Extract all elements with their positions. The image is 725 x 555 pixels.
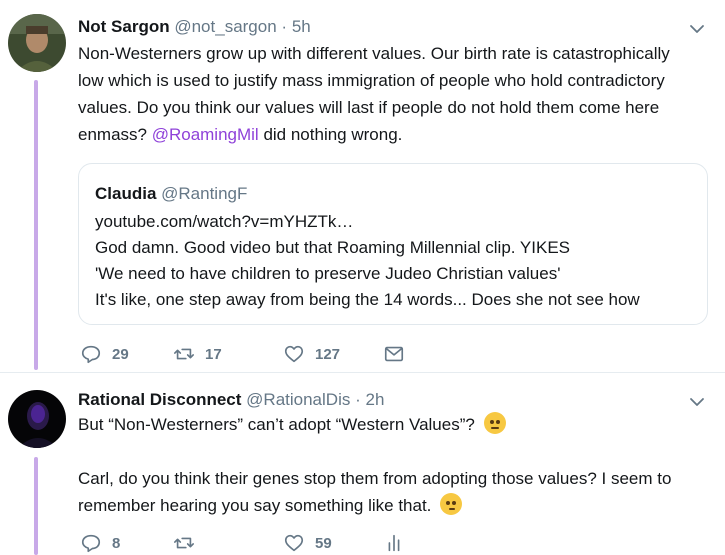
retweet-button[interactable]: 17 xyxy=(173,342,222,366)
analytics-button[interactable] xyxy=(383,531,405,555)
quoted-tweet[interactable]: Claudia @RantingF youtube.com/watch?v=mY… xyxy=(78,163,708,325)
quoted-tweet-header: Claudia @RantingF xyxy=(95,184,247,204)
tweet-actions: 29 17 127 xyxy=(78,342,408,366)
like-button[interactable]: 59 xyxy=(283,531,332,555)
tweet-text-line: Non-Westerners grow up with different va… xyxy=(78,44,670,63)
tweet-actions: 8 59 xyxy=(78,531,408,555)
separator: · xyxy=(281,17,288,36)
timestamp[interactable]: 5h xyxy=(292,17,311,36)
chevron-down-icon[interactable] xyxy=(689,394,705,410)
tweet-text: But “Non-Westerners” can’t adopt “Wester… xyxy=(78,411,708,519)
reply-icon xyxy=(81,534,101,553)
quoted-handle: @RantingF xyxy=(161,184,248,203)
avatar[interactable] xyxy=(8,14,66,72)
like-button[interactable]: 127 xyxy=(283,342,340,366)
quoted-tweet-line: youtube.com/watch?v=mYHZTk… xyxy=(95,212,354,231)
direct-message-button[interactable] xyxy=(383,342,405,366)
tweet-text-line: low which is used to justify mass immigr… xyxy=(78,71,665,90)
tweet-not-sargon[interactable]: Not Sargon @not_sargon · 5h Non-Westerne… xyxy=(0,0,725,372)
retweet-button[interactable] xyxy=(173,531,205,555)
chevron-down-icon[interactable] xyxy=(689,21,705,37)
quoted-tweet-line: God damn. Good video but that Roaming Mi… xyxy=(95,238,571,257)
retweet-count: 17 xyxy=(205,345,222,363)
display-name[interactable]: Rational Disconnect xyxy=(78,390,241,409)
reply-icon xyxy=(81,345,101,364)
mention-link[interactable]: @RoamingMil xyxy=(152,125,259,144)
like-count: 59 xyxy=(315,534,332,552)
tweet-text: Non-Westerners grow up with different va… xyxy=(78,40,708,148)
analytics-icon xyxy=(388,534,400,552)
retweet-icon xyxy=(174,348,194,360)
quoted-display-name: Claudia xyxy=(95,184,157,203)
timestamp[interactable]: 2h xyxy=(365,390,384,409)
heart-icon xyxy=(284,534,304,552)
text-fragment: enmass? xyxy=(78,125,152,144)
reply-count: 8 xyxy=(112,534,121,552)
text-fragment: But “Non-Westerners” can’t adopt “Wester… xyxy=(78,415,475,434)
handle[interactable]: @not_sargon xyxy=(174,17,276,36)
separator: · xyxy=(355,390,361,409)
handle[interactable]: @RationalDis xyxy=(246,390,350,409)
envelope-icon xyxy=(384,346,404,362)
tweet-text-line: But “Non-Westerners” can’t adopt “Wester… xyxy=(78,411,708,438)
tweet-rational-disconnect[interactable]: Rational Disconnect @RationalDis · 2h Bu… xyxy=(0,373,725,555)
retweet-icon xyxy=(174,537,194,549)
like-count: 127 xyxy=(315,345,341,363)
thinking-face-emoji-icon xyxy=(440,493,463,515)
tweet-text-line: enmass? @RoamingMil did nothing wrong. xyxy=(78,121,708,148)
tweet-text-line: values. Do you think our values will las… xyxy=(78,98,660,117)
tweet-text-line: remember hearing you say something like … xyxy=(78,492,708,519)
thread-line xyxy=(34,457,38,555)
reply-button[interactable]: 8 xyxy=(80,531,120,555)
tweet-text-line: Carl, do you think their genes stop them… xyxy=(78,469,672,488)
display-name[interactable]: Not Sargon xyxy=(78,17,170,36)
quoted-tweet-line: 'We need to have children to preserve Ju… xyxy=(95,264,561,283)
raised-eyebrow-emoji-icon xyxy=(483,412,506,434)
quoted-tweet-line: It's like, one step away from being the … xyxy=(95,290,640,309)
avatar[interactable] xyxy=(8,390,66,448)
reply-button[interactable]: 29 xyxy=(80,342,129,366)
tweet-header: Not Sargon @not_sargon · 5h xyxy=(78,17,311,37)
text-fragment: did nothing wrong. xyxy=(258,125,403,144)
heart-icon xyxy=(284,345,304,363)
thread-line xyxy=(34,80,38,370)
tweet-header: Rational Disconnect @RationalDis · 2h xyxy=(78,390,384,410)
reply-count: 29 xyxy=(112,345,129,363)
text-fragment: remember hearing you say something like … xyxy=(78,496,432,515)
